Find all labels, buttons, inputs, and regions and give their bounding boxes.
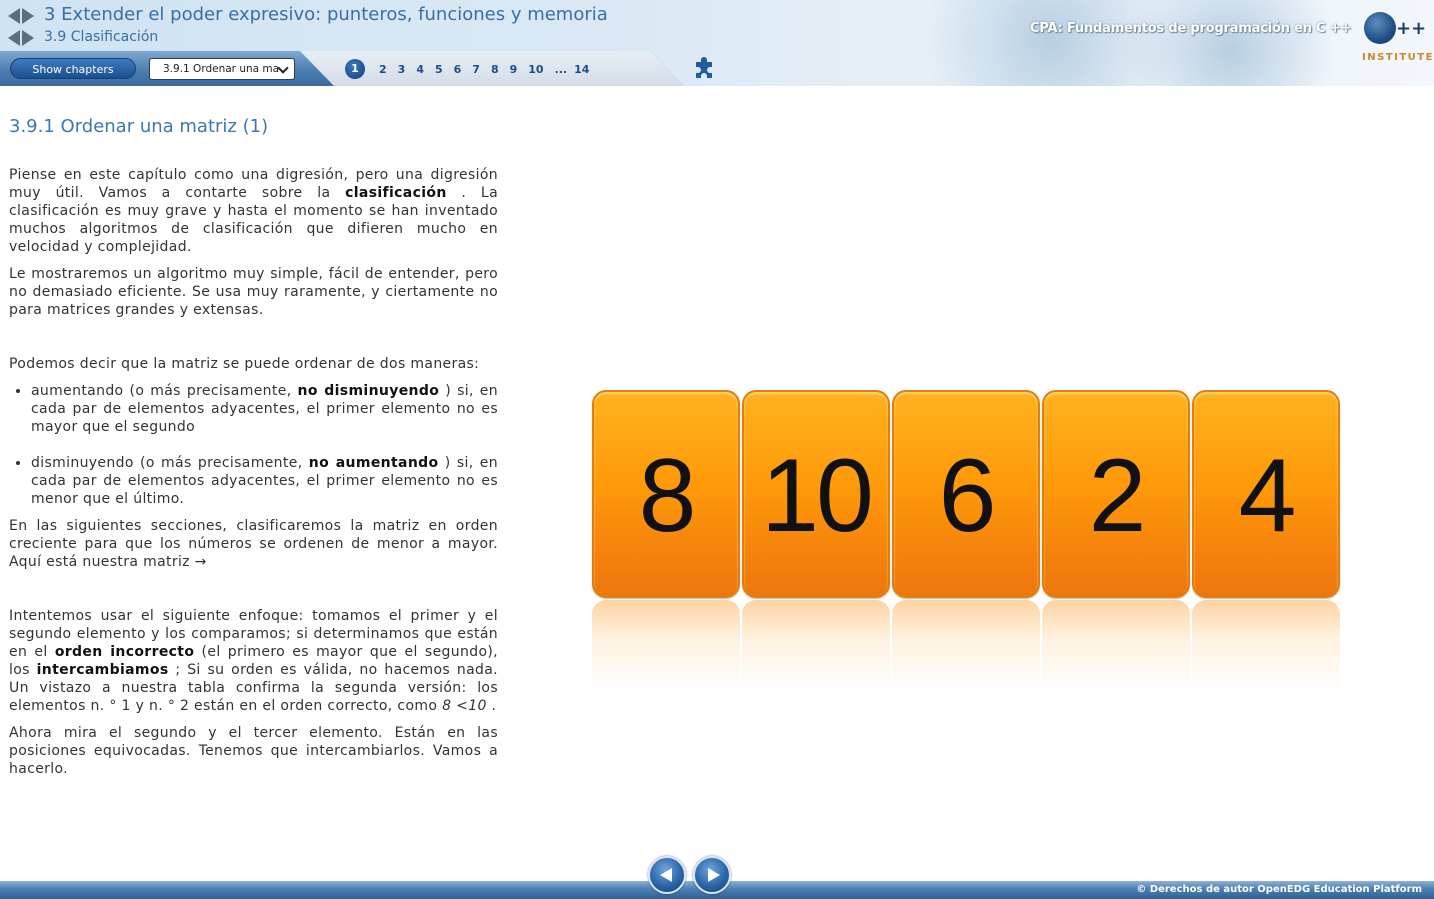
array-card-reflection xyxy=(742,600,890,690)
page-link-8[interactable]: 8 xyxy=(491,63,499,76)
arrow-right-icon xyxy=(708,868,720,882)
course-title: CPA: Fundamentos de programación en C ++ xyxy=(1030,21,1352,36)
page-link-3[interactable]: 3 xyxy=(398,63,406,76)
array-card-value: 8 xyxy=(638,438,697,554)
page-link-6[interactable]: 6 xyxy=(454,63,462,76)
sort-modes-list: aumentando (o más precisamente, no dismi… xyxy=(9,382,498,508)
page-navigation: 1 2 3 4 5 6 7 8 9 10... 14 xyxy=(345,59,600,79)
array-card: 6 xyxy=(892,390,1040,598)
page-link-1[interactable]: 1 xyxy=(345,59,365,79)
page-title: 3.9.1 Ordenar una matriz (1) xyxy=(9,116,269,137)
lesson-text: Piense en este capítulo como una digresi… xyxy=(9,166,498,778)
array-card: 10 xyxy=(742,390,890,598)
array-card-reflection xyxy=(1192,600,1340,690)
previous-page-button[interactable] xyxy=(648,856,686,894)
list-item: disminuyendo (o más precisamente, no aum… xyxy=(31,454,498,508)
puzzle-icon[interactable] xyxy=(693,57,715,79)
section-select-value: 3.9.1 Ordenar una ma xyxy=(163,63,280,75)
chapter-nav-arrows xyxy=(8,8,34,24)
cpp-institute-logo: ++ INSTITUTE xyxy=(1360,10,1432,66)
page-link-7[interactable]: 7 xyxy=(472,63,480,76)
copyright-text: © Derechos de autor OpenEDG Education Pl… xyxy=(1136,884,1422,895)
array-card-value: 2 xyxy=(1088,438,1147,554)
arrow-left-icon xyxy=(660,868,672,882)
show-chapters-button[interactable]: Show chapters xyxy=(10,58,136,79)
array-card: 8 xyxy=(592,390,740,598)
section-title: 3.9 Clasificación xyxy=(44,29,159,45)
chapter-title: 3 Extender el poder expresivo: punteros,… xyxy=(44,4,608,25)
prev-section-icon[interactable] xyxy=(8,30,20,46)
section-select[interactable]: 3.9.1 Ordenar una ma xyxy=(149,58,295,80)
prev-chapter-icon[interactable] xyxy=(8,8,20,24)
page-link-9[interactable]: 9 xyxy=(510,63,518,76)
array-card-value: 6 xyxy=(938,438,997,554)
header-decoration xyxy=(1100,0,1360,86)
next-page-button[interactable] xyxy=(693,856,731,894)
page-link-10[interactable]: 10 xyxy=(528,63,543,76)
array-card-value: 4 xyxy=(1238,438,1297,554)
array-card: 2 xyxy=(1042,390,1190,598)
page-link-4[interactable]: 4 xyxy=(416,63,424,76)
array-visualization: 8 10 6 2 4 xyxy=(592,390,1342,700)
page-link-5[interactable]: 5 xyxy=(435,63,443,76)
array-card: 4 xyxy=(1192,390,1340,598)
paragraph: Le mostraremos un algoritmo muy simple, … xyxy=(9,266,498,318)
array-card-reflection xyxy=(892,600,1040,690)
array-card-value: 10 xyxy=(761,438,874,554)
array-card-reflection xyxy=(592,600,740,690)
page-link-14[interactable]: 14 xyxy=(574,63,589,76)
paragraph: Intentemos usar el siguiente enfoque: to… xyxy=(9,608,498,714)
paragraph: En las siguientes secciones, clasificare… xyxy=(9,518,498,570)
paragraph: Piense en este capítulo como una digresi… xyxy=(9,167,499,255)
paragraph: Ahora mira el segundo y el tercer elemen… xyxy=(9,725,498,777)
array-card-reflection xyxy=(1042,600,1190,690)
paragraph: Podemos decir que la matriz se puede ord… xyxy=(9,356,480,372)
logo-plus: ++ xyxy=(1396,18,1427,39)
page-ellipsis: ... xyxy=(554,62,568,76)
list-item: aumentando (o más precisamente, no dismi… xyxy=(31,382,498,436)
next-section-icon[interactable] xyxy=(22,30,34,46)
logo-text: INSTITUTE xyxy=(1362,52,1434,63)
section-nav-arrows xyxy=(8,30,34,46)
next-chapter-icon[interactable] xyxy=(22,8,34,24)
globe-icon xyxy=(1364,12,1396,44)
page-link-2[interactable]: 2 xyxy=(379,63,387,76)
